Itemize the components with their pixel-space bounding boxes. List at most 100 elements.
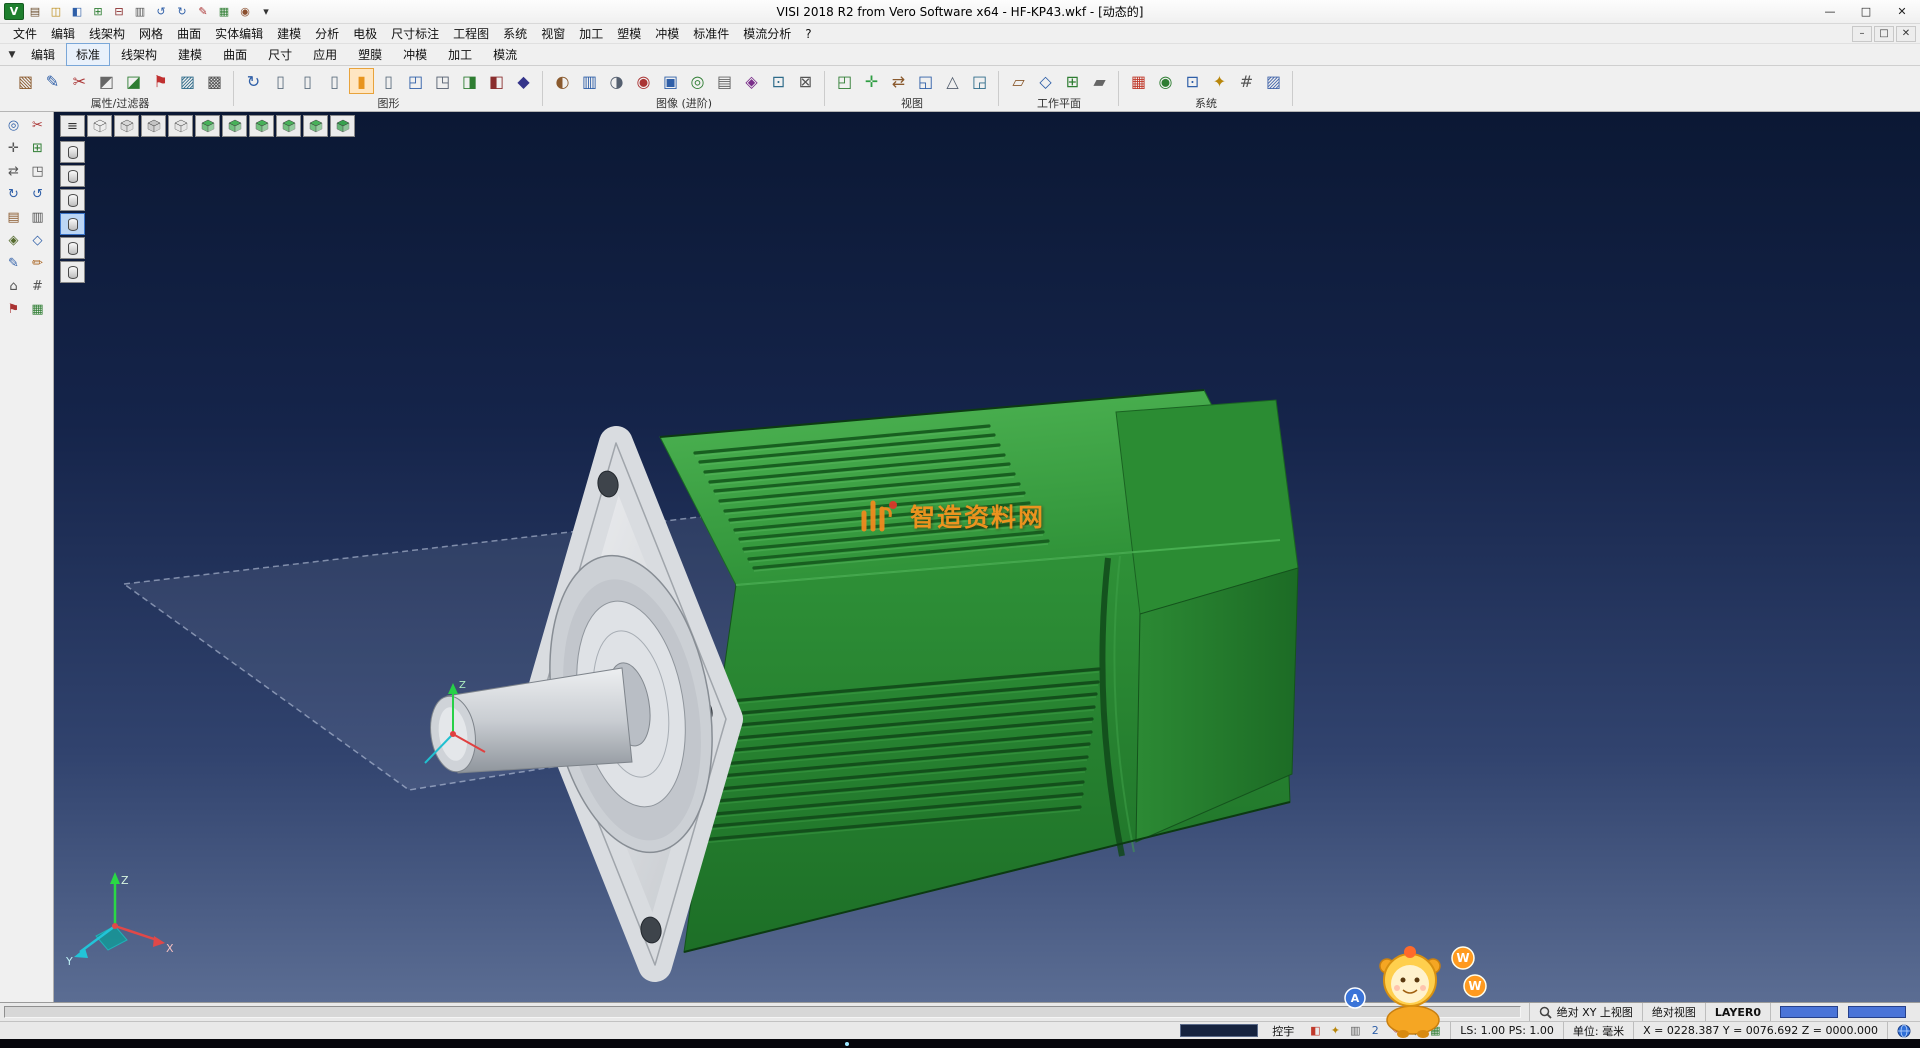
- quick-access-icon[interactable]: ▥: [130, 3, 150, 20]
- side-tool-icon[interactable]: ↺: [27, 185, 48, 204]
- layer-cell[interactable]: LAYER0: [1705, 1003, 1770, 1021]
- menu-system[interactable]: 系统: [496, 25, 534, 42]
- ribbon-icon[interactable]: ▯: [322, 68, 347, 94]
- ribbon-icon[interactable]: ◎: [685, 68, 710, 94]
- tab-edit[interactable]: 编辑: [21, 43, 65, 66]
- layer-database-button[interactable]: [60, 213, 85, 235]
- line-style-swatch[interactable]: [1848, 1006, 1906, 1018]
- side-tool-icon[interactable]: ✛: [3, 139, 24, 158]
- ribbon-icon[interactable]: ◇: [1033, 68, 1058, 94]
- side-tool-icon[interactable]: ✂: [27, 116, 48, 135]
- quick-access-icon[interactable]: ◧: [67, 3, 87, 20]
- layer-database-button[interactable]: [60, 189, 85, 211]
- view-cube-button[interactable]: [276, 115, 301, 137]
- ribbon-icon[interactable]: ▥: [577, 68, 602, 94]
- snap-toggle[interactable]: 控宇: [1266, 1023, 1300, 1039]
- layer-database-button[interactable]: [60, 141, 85, 163]
- view-cube-button[interactable]: [249, 115, 274, 137]
- ribbon-icon[interactable]: ◰: [403, 68, 428, 94]
- tab-standard[interactable]: 标准: [66, 43, 110, 66]
- ribbon-icon[interactable]: ▮: [349, 68, 374, 94]
- ribbon-icon[interactable]: ◳: [430, 68, 455, 94]
- motor-body[interactable]: [660, 390, 1298, 952]
- quick-access-icon[interactable]: ◉: [235, 3, 255, 20]
- menu-solid-edit[interactable]: 实体编辑: [208, 25, 270, 42]
- tab-dimension[interactable]: 尺寸: [258, 43, 302, 66]
- menu-file[interactable]: 文件: [6, 25, 44, 42]
- ribbon-icon[interactable]: ⚑: [148, 68, 173, 94]
- tab-mold[interactable]: 塑膜: [348, 43, 392, 66]
- view-cube-button[interactable]: [195, 115, 220, 137]
- side-tool-icon[interactable]: ⌂: [3, 277, 24, 296]
- ribbon-icon[interactable]: △: [940, 68, 965, 94]
- menu-wireframe[interactable]: 线架构: [82, 25, 132, 42]
- ribbon-icon[interactable]: ⇄: [886, 68, 911, 94]
- ribbon-icon[interactable]: ✂: [67, 68, 92, 94]
- ribbon-icon[interactable]: #: [1234, 68, 1259, 94]
- minimize-button[interactable]: —: [1812, 0, 1848, 23]
- ribbon-icon[interactable]: ✛: [859, 68, 884, 94]
- menu-mold[interactable]: 塑模: [610, 25, 648, 42]
- child-restore-button[interactable]: □: [1874, 26, 1894, 42]
- menu-machining[interactable]: 加工: [572, 25, 610, 42]
- ribbon-icon[interactable]: ◱: [913, 68, 938, 94]
- tab-application[interactable]: 应用: [303, 43, 347, 66]
- ribbon-icon[interactable]: ◉: [1153, 68, 1178, 94]
- ribbon-icon[interactable]: ◲: [967, 68, 992, 94]
- view-cube-button[interactable]: [222, 115, 247, 137]
- quick-access-icon[interactable]: ⊟: [109, 3, 129, 20]
- ribbon-icon[interactable]: ▤: [712, 68, 737, 94]
- view-cube-button[interactable]: [114, 115, 139, 137]
- 3d-viewport[interactable]: Z ≡: [54, 112, 1920, 1002]
- view-mode-cell[interactable]: 绝对视图: [1642, 1003, 1705, 1021]
- tab-dropdown-button[interactable]: ▼: [4, 46, 20, 64]
- ribbon-icon[interactable]: ◪: [121, 68, 146, 94]
- ribbon-icon[interactable]: ▰: [1087, 68, 1112, 94]
- ribbon-icon[interactable]: ◉: [631, 68, 656, 94]
- side-tool-icon[interactable]: ◳: [27, 162, 48, 181]
- side-tool-icon[interactable]: ◈: [3, 231, 24, 250]
- ribbon-icon[interactable]: ▣: [658, 68, 683, 94]
- tab-flow[interactable]: 模流: [483, 43, 527, 66]
- menu-die[interactable]: 冲模: [648, 25, 686, 42]
- ribbon-icon[interactable]: ◐: [550, 68, 575, 94]
- menu-mesh[interactable]: 网格: [132, 25, 170, 42]
- tab-wireframe[interactable]: 线架构: [111, 43, 167, 66]
- ribbon-icon[interactable]: ▦: [1126, 68, 1151, 94]
- ribbon-icon[interactable]: ▨: [1261, 68, 1286, 94]
- layer-database-button[interactable]: [60, 165, 85, 187]
- child-close-button[interactable]: ✕: [1896, 26, 1916, 42]
- layer-database-button[interactable]: [60, 261, 85, 283]
- menu-flow-analysis[interactable]: 模流分析: [736, 25, 798, 42]
- tab-die[interactable]: 冲模: [393, 43, 437, 66]
- ribbon-icon[interactable]: ◨: [457, 68, 482, 94]
- ribbon-icon[interactable]: ▧: [13, 68, 38, 94]
- side-tool-icon[interactable]: ▥: [27, 208, 48, 227]
- ribbon-icon[interactable]: ⊠: [793, 68, 818, 94]
- ribbon-icon[interactable]: ↻: [241, 68, 266, 94]
- side-tool-icon[interactable]: ⊞: [27, 139, 48, 158]
- maximize-button[interactable]: □: [1848, 0, 1884, 23]
- quick-access-icon[interactable]: ▤: [25, 3, 45, 20]
- ribbon-icon[interactable]: ▱: [1006, 68, 1031, 94]
- ribbon-icon[interactable]: ⊡: [1180, 68, 1205, 94]
- ribbon-icon[interactable]: ✦: [1207, 68, 1232, 94]
- side-tool-icon[interactable]: ▦: [27, 300, 48, 319]
- menu-dimension[interactable]: 尺寸标注: [384, 25, 446, 42]
- menu-help[interactable]: ?: [798, 27, 818, 41]
- child-minimize-button[interactable]: –: [1852, 26, 1872, 42]
- tab-surface[interactable]: 曲面: [213, 43, 257, 66]
- side-tool-icon[interactable]: ◇: [27, 231, 48, 250]
- view-cube-button[interactable]: [303, 115, 328, 137]
- menu-modeling[interactable]: 建模: [270, 25, 308, 42]
- menu-edit[interactable]: 编辑: [44, 25, 82, 42]
- layer-color-swatch[interactable]: [1780, 1006, 1838, 1018]
- ribbon-icon[interactable]: ◑: [604, 68, 629, 94]
- menu-window[interactable]: 视窗: [534, 25, 572, 42]
- tab-machining[interactable]: 加工: [438, 43, 482, 66]
- layer-database-button[interactable]: [60, 237, 85, 259]
- menu-analysis[interactable]: 分析: [308, 25, 346, 42]
- status-tool-icon[interactable]: ◧: [1306, 1023, 1324, 1038]
- side-tool-icon[interactable]: ▤: [3, 208, 24, 227]
- menu-standard-parts[interactable]: 标准件: [686, 25, 736, 42]
